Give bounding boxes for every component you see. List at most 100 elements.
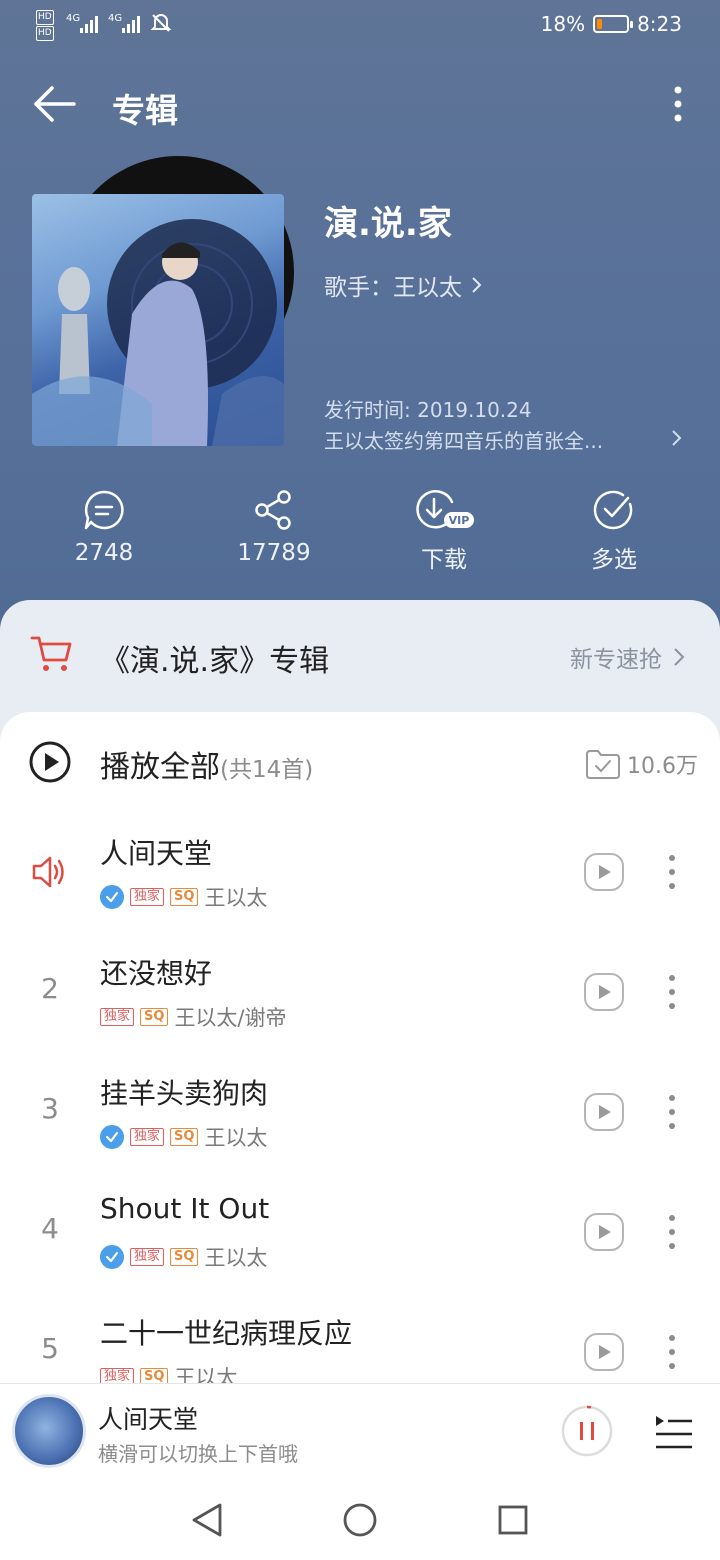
artist-link[interactable]: 歌手： 王以太 (324, 268, 484, 302)
more-button[interactable] (666, 80, 690, 128)
chevron-right-icon (672, 430, 682, 446)
network-type: 4G (66, 13, 81, 24)
comment-icon (84, 490, 124, 530)
nav-home-icon[interactable] (342, 1501, 378, 1539)
album-actions: 2748 17789 VIP 下载 多选 (0, 488, 720, 578)
song-artist: 王以太 (174, 1366, 238, 1384)
song-meta: 独家 SQ 王以太/谢帝 (100, 1002, 287, 1032)
arrow-left-icon (34, 86, 76, 122)
video-play-icon[interactable] (583, 1092, 625, 1132)
album-cover (32, 194, 284, 446)
song-row[interactable]: 3 挂羊头卖狗肉独家 SQ 王以太 (0, 1052, 720, 1172)
song-meta: 独家 SQ 王以太 (100, 1122, 267, 1152)
track-number: 5 (41, 1332, 59, 1365)
hd-badge: HD (36, 26, 54, 41)
hd-badge: HD (36, 10, 54, 25)
playlist-icon[interactable] (652, 1410, 694, 1454)
track-number: 4 (41, 1212, 59, 1245)
more-vertical-icon[interactable] (664, 972, 680, 1012)
network-type: 4G (108, 13, 123, 24)
sq-badge: SQ (170, 888, 199, 906)
verified-icon (100, 1125, 124, 1149)
mini-player[interactable]: 人间天堂 横滑可以切换上下首哦 (0, 1383, 720, 1481)
song-title: Shout It Out (100, 1192, 270, 1225)
track-number: 3 (41, 1092, 59, 1125)
song-artist: 王以太 (204, 886, 268, 910)
play-all-row[interactable]: 播放全部(共14首) 10.6万 (0, 712, 720, 812)
more-vertical-icon[interactable] (664, 1332, 680, 1372)
battery-level (597, 19, 603, 29)
song-artist: 王以太/谢帝 (174, 1006, 287, 1030)
multi-select-icon (593, 490, 633, 530)
nav-recents-icon[interactable] (496, 1501, 530, 1539)
svg-text:VIP: VIP (449, 514, 470, 527)
collect-count: 10.6万 (627, 754, 698, 779)
album-description[interactable]: 王以太签约第四音乐的首张全... (324, 425, 684, 453)
song-row[interactable]: 2 还没想好 独家 SQ 王以太/谢帝 (0, 932, 720, 1052)
play-all-text: 播放全部 (100, 750, 220, 785)
sq-badge: SQ (170, 1248, 199, 1266)
multi-select-label: 多选 (591, 547, 637, 573)
exclusive-badge: 独家 (130, 1128, 165, 1146)
album-art[interactable] (32, 156, 332, 448)
status-bar: HD HD 4G 4G 18% 8:23 (0, 0, 720, 52)
share-icon (255, 490, 291, 530)
more-vertical-icon (674, 86, 682, 122)
exclusive-badge: 独家 (130, 888, 165, 906)
share-button[interactable]: 17789 (194, 488, 354, 566)
album-title: 演.说.家 (324, 204, 452, 244)
description-text: 王以太签约第四音乐的首张全... (324, 429, 604, 453)
sq-badge: SQ (140, 1008, 169, 1026)
song-artist: 王以太 (204, 1246, 268, 1270)
release-date: 发行时间: 2019.10.24 (324, 398, 532, 422)
exclusive-badge: 独家 (100, 1368, 135, 1384)
bell-off-icon (150, 14, 172, 32)
song-count: (共14首) (220, 757, 314, 783)
comment-button[interactable]: 2748 (24, 488, 184, 566)
multi-select-button[interactable]: 多选 (534, 488, 694, 574)
shop-action-label: 新专速抢 (570, 647, 662, 673)
share-count: 17789 (237, 540, 311, 566)
video-play-icon[interactable] (583, 1332, 625, 1372)
more-vertical-icon[interactable] (664, 1212, 680, 1252)
song-meta: 独家 SQ 王以太 (100, 1362, 237, 1384)
album-cover-artwork (32, 219, 284, 446)
song-artist: 王以太 (204, 1126, 268, 1150)
track-number: 2 (41, 972, 59, 1005)
pause-button[interactable] (560, 1404, 614, 1458)
collect-album-button[interactable]: 10.6万 (585, 748, 698, 780)
more-vertical-icon[interactable] (664, 1092, 680, 1132)
back-button[interactable] (30, 80, 82, 128)
video-play-icon[interactable] (583, 972, 625, 1012)
song-list: 播放全部(共14首) 10.6万 人间天堂 独家 SQ 王以太 2 还没想好 独家 SQ 王以太… (0, 712, 720, 1384)
more-vertical-icon[interactable] (664, 852, 680, 892)
video-play-icon[interactable] (583, 852, 625, 892)
song-title: 人间天堂 (100, 837, 213, 870)
shop-action[interactable]: 新专速抢 (570, 640, 686, 674)
clock: 8:23 (637, 12, 682, 36)
battery-percent: 18% (540, 12, 586, 36)
chevron-right-icon (674, 648, 685, 666)
signal-icon (122, 16, 140, 33)
download-button[interactable]: VIP 下载 (364, 488, 524, 574)
song-title: 挂羊头卖狗肉 (100, 1077, 269, 1110)
top-bar: 专辑 (0, 72, 720, 136)
now-playing-hint: 横滑可以切换上下首哦 (98, 1442, 298, 1466)
now-playing-cover[interactable] (12, 1394, 86, 1468)
page-title: 专辑 (112, 91, 178, 130)
play-all-label: 播放全部(共14首) (100, 742, 313, 786)
exclusive-badge: 独家 (100, 1008, 135, 1026)
nav-back-icon[interactable] (190, 1501, 224, 1539)
signal-icon (80, 16, 98, 33)
song-row[interactable]: 人间天堂独家 SQ 王以太 (0, 812, 720, 932)
song-row[interactable]: 5 二十一世纪病理反应 独家 SQ 王以太 (0, 1292, 720, 1384)
sq-badge: SQ (140, 1368, 169, 1384)
chevron-right-icon (472, 277, 482, 293)
status-right: 18% 8:23 (541, 12, 682, 36)
video-play-icon[interactable] (583, 1212, 625, 1252)
sq-badge: SQ (170, 1128, 199, 1146)
download-label: 下载 (421, 547, 467, 573)
cart-icon (30, 636, 72, 671)
verified-icon (100, 885, 124, 909)
song-row[interactable]: 4 Shout It Out 独家 SQ 王以太 (0, 1172, 720, 1292)
